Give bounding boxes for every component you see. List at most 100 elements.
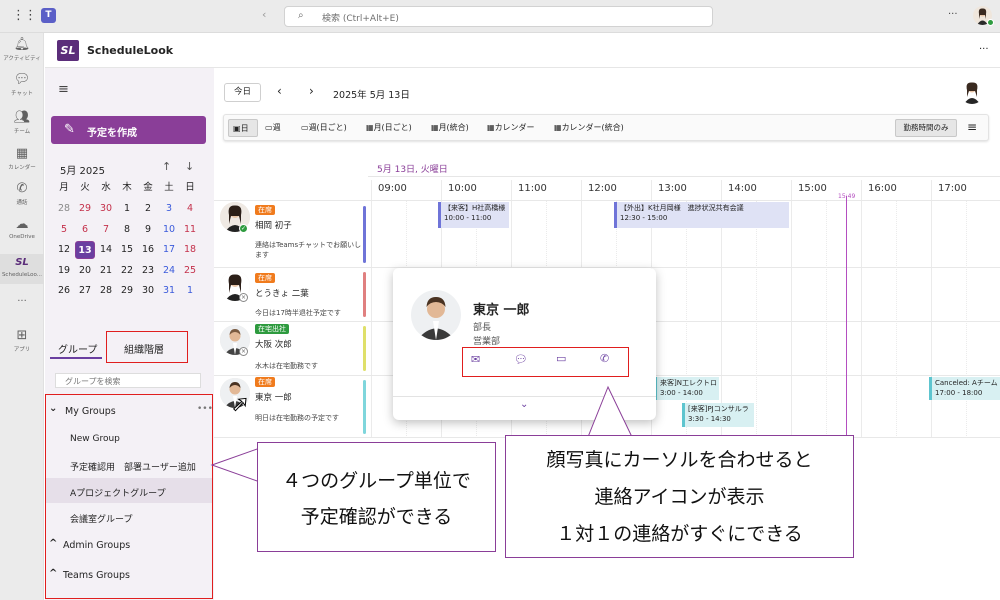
calendar-event[interactable]: 【来客】H社高橋様 10:00 - 11:00 xyxy=(438,202,509,228)
group-item[interactable]: New Group xyxy=(70,434,120,444)
mini-calendar-day-selected[interactable]: 13 xyxy=(75,241,95,259)
mini-calendar-day[interactable]: 8 xyxy=(117,221,137,239)
today-button[interactable]: 今日 xyxy=(224,83,261,102)
mini-calendar-day[interactable]: 18 xyxy=(180,241,200,259)
row-divider xyxy=(214,200,1000,201)
mini-calendar-day[interactable]: 3 xyxy=(159,200,179,218)
mini-calendar-day[interactable]: 27 xyxy=(75,282,95,300)
mini-calendar-day[interactable]: 31 xyxy=(159,282,179,300)
rail-item-onedrive[interactable]: ☁ OneDrive xyxy=(0,218,44,241)
filter-icon[interactable]: ≡ xyxy=(967,120,977,134)
mini-calendar-day[interactable]: 29 xyxy=(117,282,137,300)
group-my-groups[interactable]: My Groups xyxy=(65,406,116,417)
app-more-icon[interactable]: ··· xyxy=(979,44,989,55)
view-day-button[interactable]: ▣日 xyxy=(228,119,258,137)
mini-calendar-day[interactable]: 28 xyxy=(54,200,74,218)
search-input[interactable]: ⌕ 検索 (Ctrl+Alt+E) xyxy=(284,6,713,27)
mini-calendar-day[interactable]: 5 xyxy=(54,221,74,239)
mini-calendar-day[interactable]: 19 xyxy=(54,262,74,280)
view-calendar-merged-button[interactable]: ▦カレンダー(統合) xyxy=(554,122,624,133)
mail-icon[interactable]: ✉ xyxy=(471,353,480,366)
mini-calendar-day[interactable]: 2 xyxy=(138,200,158,218)
view-month-merged-button[interactable]: ▦月(統合) xyxy=(431,122,469,133)
month-down-icon[interactable]: ↓ xyxy=(185,160,194,173)
week-view-icon: ▭ xyxy=(265,123,273,132)
more-options-icon[interactable]: ··· xyxy=(948,9,958,20)
person-name[interactable]: 東京 一郎 xyxy=(255,391,292,403)
half-hour-gridline xyxy=(826,200,827,438)
mini-calendar-day[interactable]: 7 xyxy=(96,221,116,239)
rail-item-schedulelook[interactable]: SL ScheduleLoo... xyxy=(0,254,44,284)
mini-calendar-day[interactable]: 25 xyxy=(180,262,200,280)
mini-calendar-day[interactable]: 11 xyxy=(180,221,200,239)
mini-calendar-day[interactable]: 17 xyxy=(159,241,179,259)
tab-org-hierarchy[interactable]: 組織階層 xyxy=(124,341,164,356)
rail-item-chat[interactable]: 💬︎ チャット xyxy=(0,72,44,98)
rail-item-calendar[interactable]: ▦ カレンダー xyxy=(0,147,44,172)
half-hour-gridline xyxy=(896,200,897,438)
mini-calendar-day[interactable]: 22 xyxy=(117,262,137,280)
next-icon[interactable]: › xyxy=(309,84,314,98)
person-name[interactable]: とうきょ 二葉 xyxy=(255,287,309,299)
chevron-down-icon[interactable]: ⌄ xyxy=(49,403,57,414)
mini-calendar-day[interactable]: 12 xyxy=(54,241,74,259)
calendar-event[interactable]: 【外出】K社月岡様 進捗状況共有会議 12:30 - 15:00 xyxy=(614,202,789,228)
hour-gridline xyxy=(791,180,792,438)
mini-calendar-day[interactable]: 29 xyxy=(75,200,95,218)
chevron-up-icon[interactable]: ^ xyxy=(49,568,57,579)
group-search-input[interactable]: グループを検索 xyxy=(55,373,201,388)
month-up-icon[interactable]: ↑ xyxy=(162,160,171,173)
mini-calendar-day[interactable]: 9 xyxy=(138,221,158,239)
person-name[interactable]: 大阪 次郎 xyxy=(255,338,292,350)
mini-calendar-day[interactable]: 4 xyxy=(180,200,200,218)
mini-calendar-day[interactable]: 14 xyxy=(96,241,116,259)
hamburger-menu-icon[interactable]: ≡ xyxy=(58,82,69,97)
tab-group[interactable]: グループ xyxy=(58,341,97,356)
mini-calendar-day[interactable]: 30 xyxy=(138,282,158,300)
back-icon[interactable]: ‹ xyxy=(262,8,266,21)
expand-chevron-icon[interactable]: ⌄ xyxy=(520,399,528,410)
rail-item-more[interactable]: ··· xyxy=(0,295,44,309)
rail-item-teams[interactable]: 👥︎ チーム xyxy=(0,111,44,136)
mini-calendar-day[interactable]: 30 xyxy=(96,200,116,218)
phone-icon[interactable]: ✆ xyxy=(600,352,609,365)
group-item-selected[interactable]: Aプロジェクトグループ xyxy=(70,486,166,499)
me-avatar[interactable] xyxy=(960,80,984,104)
group-item[interactable]: 会議室グループ xyxy=(70,512,132,525)
mini-calendar-day[interactable]: 10 xyxy=(159,221,179,239)
mini-calendar-day[interactable]: 21 xyxy=(96,262,116,280)
mini-calendar-day[interactable]: 1 xyxy=(180,282,200,300)
mini-calendar-day[interactable]: 1 xyxy=(117,200,137,218)
left-panel: ≡ ✎ 予定を作成 5月 2025 ↑ ↓ 月火水木金土日 28 29 30 1 2 3 4 5… xyxy=(45,68,214,600)
mini-calendar-day[interactable]: 15 xyxy=(117,241,137,259)
view-month-by-day-button[interactable]: ▦月(日ごと) xyxy=(366,122,412,133)
mini-calendar-day[interactable]: 26 xyxy=(54,282,74,300)
mini-calendar-day[interactable]: 6 xyxy=(75,221,95,239)
mini-calendar-day[interactable]: 28 xyxy=(96,282,116,300)
mini-calendar-day[interactable]: 20 xyxy=(75,262,95,280)
mini-calendar-day[interactable]: 23 xyxy=(138,262,158,280)
chat-icon: 💬︎ xyxy=(13,72,31,87)
mini-calendar-day[interactable]: 24 xyxy=(159,262,179,280)
group-admin-groups[interactable]: Admin Groups xyxy=(63,540,130,551)
view-week-button[interactable]: ▭週 xyxy=(265,122,281,133)
chevron-up-icon[interactable]: ^ xyxy=(49,538,57,549)
calendar-event[interactable]: 来客]N工レクトロ 3:00 - 14:00 xyxy=(655,377,719,400)
calendar-event[interactable]: [来客]PJコンサルラ 3:30 - 14:30 xyxy=(682,403,754,427)
group-more-icon[interactable]: ••• xyxy=(197,404,213,414)
calendar-event[interactable]: Canceled: Aチーム 17:00 - 18:00 xyxy=(929,377,1000,400)
person-name[interactable]: 相岡 初子 xyxy=(255,219,292,231)
chat-icon[interactable]: 💬︎ xyxy=(514,353,528,366)
video-icon[interactable]: ▭ xyxy=(556,352,566,365)
create-event-button[interactable]: ✎ 予定を作成 xyxy=(51,116,206,144)
group-teams-groups[interactable]: Teams Groups xyxy=(63,570,130,581)
view-week-by-day-button[interactable]: ▭週(日ごと) xyxy=(301,122,347,133)
rail-item-calls[interactable]: ✆ 通話 xyxy=(0,182,44,207)
group-item[interactable]: 予定確認用 部署ユーザー追加 xyxy=(70,460,196,473)
work-hours-toggle[interactable]: 勤務時間のみ xyxy=(895,119,957,137)
view-calendar-button[interactable]: ▦カレンダー xyxy=(487,122,535,133)
rail-item-activity[interactable]: 🔔︎ アクティビティ xyxy=(0,38,44,63)
mini-calendar-day[interactable]: 16 xyxy=(138,241,158,259)
rail-item-apps[interactable]: ⊞ アプリ xyxy=(0,329,44,354)
prev-icon[interactable]: ‹ xyxy=(277,84,282,98)
